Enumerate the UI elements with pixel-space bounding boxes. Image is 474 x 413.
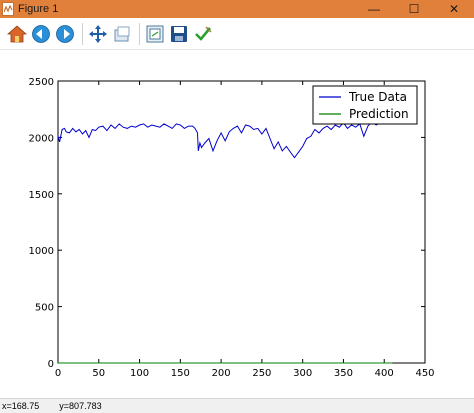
cursor-y-readout: y=807.783 [59,401,102,411]
zoom-button[interactable] [111,23,133,45]
y-tick-label: 1500 [29,190,54,201]
x-tick-label: 250 [252,368,271,379]
x-tick-label: 300 [293,368,312,379]
close-button[interactable]: ✕ [434,0,474,18]
x-tick-label: 150 [171,368,190,379]
x-tick-label: 200 [212,368,231,379]
back-icon [32,24,50,43]
y-tick-label: 2500 [29,77,54,88]
navigation-toolbar [0,18,474,50]
home-button[interactable] [6,23,28,45]
forward-button[interactable] [54,23,76,45]
y-tick-label: 1000 [29,246,54,257]
toolbar-separator [82,22,83,45]
save-button[interactable] [168,23,190,45]
pan-button[interactable] [87,23,109,45]
x-tick-label: 50 [92,368,105,379]
toolbar-separator [139,22,140,45]
y-tick-label: 2000 [29,133,54,144]
title-bar: Figure 1 — ☐ ✕ [0,0,474,18]
line-chart[interactable]: 0 50 100 150 200 250 300 350 400 450 0 500 1000 1500 2… [0,51,474,398]
configure-subplots-icon [146,25,164,42]
window-title: Figure 1 [18,3,59,15]
zoom-icon [114,26,130,41]
configure-subplots-button[interactable] [144,23,166,45]
x-tick-label: 450 [415,368,434,379]
x-tick-label: 400 [375,368,394,379]
forward-icon [56,24,74,43]
app-icon [2,2,14,16]
status-bar: x=168.75 y=807.783 [0,398,474,413]
edit-parameters-button[interactable] [192,23,214,45]
home-icon [7,24,27,42]
x-tick-label: 100 [130,368,149,379]
y-tick-label: 0 [48,359,54,370]
legend-label: Prediction [349,107,409,121]
figure-icon [3,4,13,12]
save-icon [171,25,187,42]
x-tick-label: 0 [55,368,61,379]
figure-canvas[interactable]: 0 50 100 150 200 250 300 350 400 450 0 500 1000 1500 2… [0,51,474,398]
y-tick-label: 500 [35,303,54,314]
pan-icon [89,24,107,43]
maximize-button[interactable]: ☐ [394,0,434,18]
cursor-x-readout: x=168.75 [2,401,40,411]
legend-label: True Data [348,90,407,104]
x-tick-label: 350 [334,368,353,379]
edit-check-icon [195,26,212,41]
back-button[interactable] [30,23,52,45]
minimize-button[interactable]: — [354,0,394,18]
window-controls: — ☐ ✕ [354,0,474,18]
